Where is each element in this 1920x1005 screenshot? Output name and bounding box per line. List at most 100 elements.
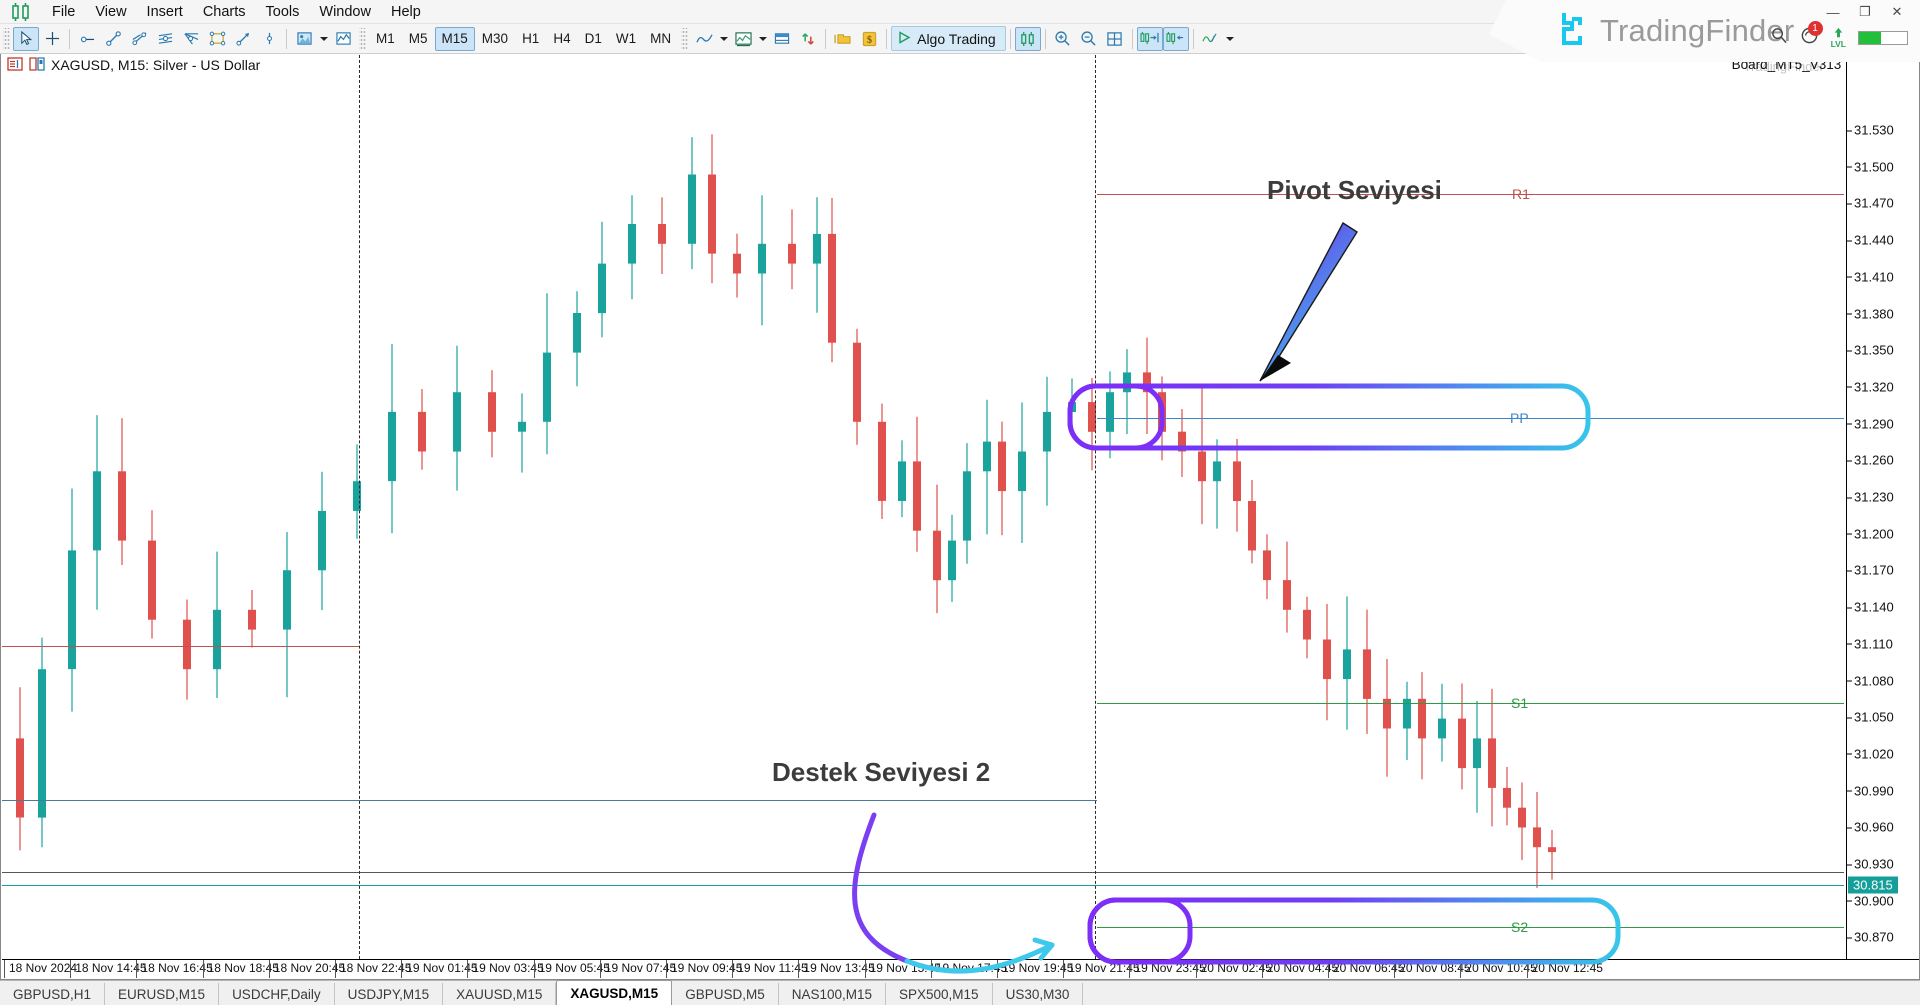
time-tick: 19 Nov 19:45: [997, 960, 1073, 978]
notification-bell-icon[interactable]: 1: [1800, 26, 1819, 50]
time-tick: 19 Nov 17:45: [931, 960, 1007, 978]
minimize-button[interactable]: —: [1818, 2, 1848, 22]
indicator-chart-icon[interactable]: [330, 27, 356, 51]
timeframe-m5[interactable]: M5: [402, 27, 435, 51]
toolbar-separator: [825, 29, 826, 49]
chart-tab-gbpusd-h1[interactable]: GBPUSD,H1: [0, 983, 105, 1005]
menu-item-window[interactable]: Window: [309, 0, 381, 24]
pivot-annotation-label: Pivot Seviyesi: [1267, 175, 1442, 206]
timeframe-d1[interactable]: D1: [578, 27, 609, 51]
price-tick: 31.410: [1847, 269, 1894, 284]
timeframe-h4[interactable]: H4: [546, 27, 577, 51]
zoom-out-icon[interactable]: [1076, 27, 1102, 51]
support2-annotation-label: Destek Seviyesi 2: [772, 757, 990, 788]
trendline-by-angle-icon[interactable]: [126, 27, 152, 51]
chart-window[interactable]: XAGUSD, M15: Silver - US Dollar TradingF…: [0, 54, 1920, 980]
time-tick: 20 Nov 12:45: [1527, 960, 1603, 978]
time-tick: 20 Nov 04:45: [1262, 960, 1338, 978]
pivot-line-s1: [1097, 703, 1844, 704]
timeframe-m1[interactable]: M1: [369, 27, 402, 51]
one-click-trading-icon[interactable]: [795, 27, 821, 51]
candlestick-icon[interactable]: [1015, 27, 1041, 51]
chart-shift-right-icon[interactable]: [1137, 27, 1163, 51]
chart-tab-eurusd-m15[interactable]: EURUSD,M15: [105, 983, 219, 1005]
chart-tab-usdchf-daily[interactable]: USDCHF,Daily: [219, 983, 335, 1005]
trendline-icon[interactable]: [100, 27, 126, 51]
indicators-window-icon[interactable]: [730, 27, 756, 51]
equidistant-channel-icon[interactable]: [152, 27, 178, 51]
rectangle-icon[interactable]: [204, 27, 230, 51]
dollar-price-icon[interactable]: $: [856, 27, 882, 51]
price-tick: 31.380: [1847, 306, 1894, 321]
price-tick: 31.110: [1847, 636, 1893, 651]
grid-icon[interactable]: [1102, 27, 1128, 51]
time-tick: 20 Nov 10:45: [1460, 960, 1536, 978]
chart-tab-xauusd-m15[interactable]: XAUUSD,M15: [443, 983, 556, 1005]
line-chart-icon[interactable]: [691, 27, 717, 51]
fibonacci-fan-icon[interactable]: [178, 27, 204, 51]
vertical-line-icon[interactable]: [74, 27, 100, 51]
objects-list-icon[interactable]: [291, 27, 317, 51]
chevron-down-icon[interactable]: [756, 27, 769, 51]
restore-button[interactable]: ❐: [1850, 2, 1880, 22]
chart-tab-nas100-m15[interactable]: NAS100,M15: [779, 983, 886, 1005]
search-icon[interactable]: [1771, 27, 1788, 49]
toolbar-grip-2[interactable]: [359, 28, 366, 50]
time-tick: 18 Nov 16:45: [136, 960, 212, 978]
chevron-down-icon[interactable]: [717, 27, 730, 51]
menu-item-tools[interactable]: Tools: [256, 0, 310, 24]
zoom-in-icon[interactable]: [1050, 27, 1076, 51]
price-tick: 31.440: [1847, 233, 1894, 248]
chart-tab-spx500-m15[interactable]: SPX500,M15: [886, 983, 993, 1005]
toolbar-grip-3[interactable]: [681, 28, 688, 50]
time-axis[interactable]: 18 Nov 202418 Nov 14:4518 Nov 16:4518 No…: [2, 959, 1919, 979]
price-tick: 30.870: [1847, 930, 1894, 945]
menu-item-insert[interactable]: Insert: [137, 0, 193, 24]
menu-item-file[interactable]: File: [42, 0, 85, 24]
arrow-up-trend-icon[interactable]: [230, 27, 256, 51]
time-tick: 20 Nov 06:45: [1328, 960, 1404, 978]
menu-item-help[interactable]: Help: [381, 0, 431, 24]
toolbar-grip-1[interactable]: [3, 28, 10, 50]
timeframe-w1[interactable]: W1: [609, 27, 643, 51]
crosshair-icon[interactable]: [39, 27, 65, 51]
cursor-arrow-icon[interactable]: [13, 27, 39, 51]
vertical-marker-icon[interactable]: [256, 27, 282, 51]
chart-autoscroll-icon[interactable]: [1163, 27, 1189, 51]
price-axis[interactable]: 31.53031.50031.47031.44031.41031.38031.3…: [1846, 55, 1919, 979]
chart-tab-usdjpy-m15[interactable]: USDJPY,M15: [335, 983, 444, 1005]
time-tick: 20 Nov 08:45: [1394, 960, 1470, 978]
timeframe-h1[interactable]: H1: [515, 27, 546, 51]
chart-tab-xagusd-m15[interactable]: XAGUSD,M15: [556, 980, 672, 1005]
pivot-line-r1: [1097, 194, 1844, 195]
indicators-icon[interactable]: [29, 57, 45, 74]
toolbar-separator: [286, 29, 287, 49]
chart-tab-us30-m30[interactable]: US30,M30: [993, 983, 1084, 1005]
brand-name: TradingFinder: [1600, 13, 1794, 49]
toolbar-separator: [1010, 29, 1011, 49]
open-folder-icon[interactable]: [830, 27, 856, 51]
chart-title-bar: XAGUSD, M15: Silver - US Dollar: [1, 54, 260, 76]
chart-properties-icon[interactable]: [7, 57, 23, 74]
time-tick: 19 Nov 01:45: [401, 960, 477, 978]
algo-trading-button[interactable]: Algo Trading: [891, 26, 1006, 51]
time-tick: 19 Nov 23:45: [1129, 960, 1205, 978]
chart-tab-gbpusd-m5[interactable]: GBPUSD,M5: [672, 983, 779, 1005]
chevron-down-icon[interactable]: [317, 27, 330, 51]
close-button[interactable]: ✕: [1882, 2, 1912, 22]
timeframe-m30[interactable]: M30: [475, 27, 515, 51]
price-tick: 30.990: [1847, 783, 1894, 798]
indicator-list-icon[interactable]: [1198, 27, 1224, 51]
menu-item-view[interactable]: View: [85, 0, 136, 24]
time-tick: 18 Nov 22:45: [335, 960, 411, 978]
price-tick: 31.050: [1847, 710, 1894, 725]
price-tick: 30.930: [1847, 857, 1894, 872]
chevron-down-icon[interactable]: [1224, 27, 1237, 51]
lvl-label: LVL: [1831, 40, 1846, 49]
chart-plot-area[interactable]: TradingFinder Board_MT5_V313 R1 PP S1 S2: [2, 55, 1919, 979]
menu-item-charts[interactable]: Charts: [193, 0, 256, 24]
timeframe-mn[interactable]: MN: [643, 27, 678, 51]
algo-trading-label: Algo Trading: [917, 31, 996, 47]
timeframe-m15[interactable]: M15: [435, 27, 475, 51]
data-window-icon[interactable]: [769, 27, 795, 51]
